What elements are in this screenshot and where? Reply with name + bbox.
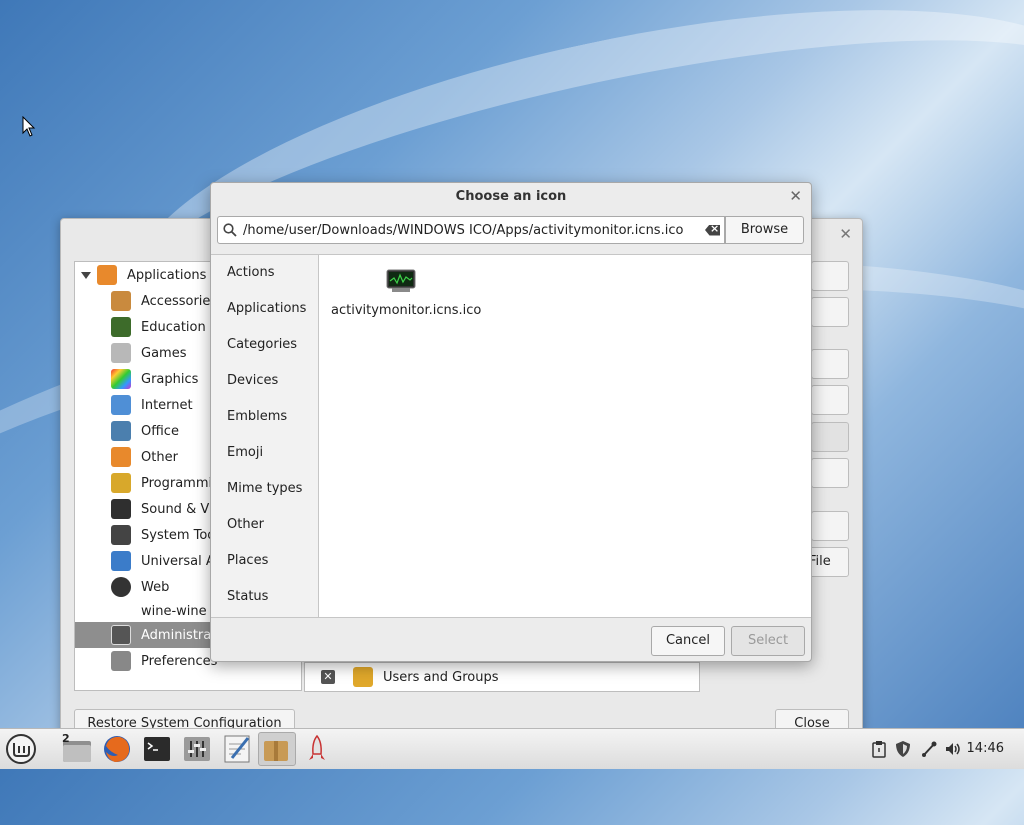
icon-item-label: activitymonitor.icns.ico — [331, 303, 482, 318]
tree-item-label: Other — [141, 449, 178, 465]
expand-triangle-icon[interactable] — [81, 271, 91, 279]
mixer-launcher[interactable] — [180, 732, 214, 766]
education-icon — [111, 317, 131, 337]
browse-button[interactable]: Browse — [725, 216, 804, 244]
users-and-groups-row[interactable]: ✕ Users and Groups — [304, 662, 700, 692]
menu-editor-task[interactable] — [258, 732, 296, 766]
tree-item-label: System Too — [141, 527, 216, 543]
universal-access-icon — [111, 551, 131, 571]
clear-text-icon[interactable] — [705, 224, 720, 236]
close-icon[interactable]: ✕ — [839, 225, 852, 243]
internet-icon — [111, 395, 131, 415]
tree-item-label: Preferences — [141, 653, 218, 669]
dialog-title: Choose an icon — [455, 189, 567, 204]
text-editor-launcher[interactable] — [220, 732, 254, 766]
checkbox-icon[interactable]: ✕ — [321, 670, 335, 684]
system-tools-icon — [111, 525, 131, 545]
category-item[interactable]: Categories — [211, 327, 318, 363]
icon-item[interactable]: activitymonitor.icns.ico — [331, 269, 482, 318]
category-item[interactable]: Mime types — [211, 471, 318, 507]
category-item[interactable]: Other — [211, 507, 318, 543]
clipboard-icon[interactable] — [870, 740, 888, 758]
mint-menu-icon[interactable] — [5, 733, 37, 765]
web-icon — [111, 577, 131, 597]
volume-icon[interactable] — [944, 740, 962, 758]
programming-icon — [111, 473, 131, 493]
mouse-cursor-icon — [22, 116, 36, 137]
users-groups-label: Users and Groups — [383, 669, 499, 685]
tree-item-label: Education — [141, 319, 206, 335]
tree-item-label: Applications — [127, 267, 207, 283]
tree-item-label: Games — [141, 345, 187, 361]
tree-item-label: Graphics — [141, 371, 199, 387]
icon-category-list: Actions Applications Categories Devices … — [211, 254, 319, 617]
graphics-icon — [111, 369, 131, 389]
firefox-icon — [104, 736, 130, 762]
tree-item-label: Web — [141, 579, 170, 595]
rocket-icon — [309, 734, 325, 760]
icon-path-input[interactable]: /home/user/Downloads/WINDOWS ICO/Apps/ac… — [217, 216, 725, 244]
delete-button[interactable] — [811, 511, 849, 541]
terminal-icon — [144, 737, 170, 761]
category-item[interactable]: Actions — [211, 255, 318, 291]
category-item[interactable]: Status — [211, 579, 318, 615]
search-icon — [223, 223, 237, 237]
office-icon — [111, 421, 131, 441]
preferences-icon — [111, 651, 131, 671]
applications-icon — [97, 265, 117, 285]
properties-button[interactable] — [811, 458, 849, 488]
files-launcher[interactable]: 2 — [60, 732, 94, 766]
activity-monitor-icon — [386, 269, 416, 292]
tree-item-label: Administrat — [141, 627, 217, 643]
new-menu-button[interactable] — [811, 261, 849, 291]
taskbar: 2 14:46 — [0, 728, 1024, 769]
category-item[interactable]: Emblems — [211, 399, 318, 435]
tree-item-label: Sound & Vic — [141, 501, 220, 517]
dialog-footer: Cancel Select — [211, 617, 811, 662]
clock[interactable]: 14:46 — [967, 741, 1004, 756]
terminal-launcher[interactable] — [140, 732, 174, 766]
other-icon — [111, 447, 131, 467]
choose-icon-dialog: Choose an icon ✕ /home/user/Downloads/WI… — [210, 182, 812, 662]
package-icon — [264, 741, 288, 761]
category-item[interactable]: Emoji — [211, 435, 318, 471]
tree-item-label: wine-wine — [141, 603, 207, 619]
workspace-badge: 2 — [62, 732, 70, 745]
equalizer-icon — [184, 737, 210, 761]
category-item[interactable]: Places — [211, 543, 318, 579]
accessories-icon — [111, 291, 131, 311]
shield-icon[interactable] — [894, 740, 912, 758]
tree-item-label: Accessories — [141, 293, 218, 309]
select-button[interactable]: Select — [731, 626, 805, 656]
move-down-button[interactable] — [811, 422, 849, 452]
cancel-button[interactable]: Cancel — [651, 626, 725, 656]
sound-video-icon — [111, 499, 131, 519]
new-separator-button[interactable] — [811, 349, 849, 379]
games-icon — [111, 343, 131, 363]
firefox-launcher[interactable] — [100, 732, 134, 766]
rocket-launcher[interactable] — [300, 732, 334, 766]
category-item[interactable]: Devices — [211, 363, 318, 399]
close-icon[interactable]: ✕ — [789, 187, 802, 205]
text-editor-icon — [224, 735, 250, 763]
icon-view: activitymonitor.icns.ico — [319, 254, 811, 617]
new-item-button[interactable] — [811, 297, 849, 327]
users-groups-icon — [353, 667, 373, 687]
tree-item-label: Office — [141, 423, 179, 439]
category-item[interactable]: Applications — [211, 291, 318, 327]
administration-icon — [111, 625, 131, 645]
tree-item-label: Internet — [141, 397, 193, 413]
path-text: /home/user/Downloads/WINDOWS ICO/Apps/ac… — [243, 222, 684, 238]
tree-item-label: Programmi — [141, 475, 213, 491]
network-icon[interactable] — [920, 740, 938, 758]
tree-item-label: Universal A — [141, 553, 215, 569]
move-up-button[interactable] — [811, 385, 849, 415]
